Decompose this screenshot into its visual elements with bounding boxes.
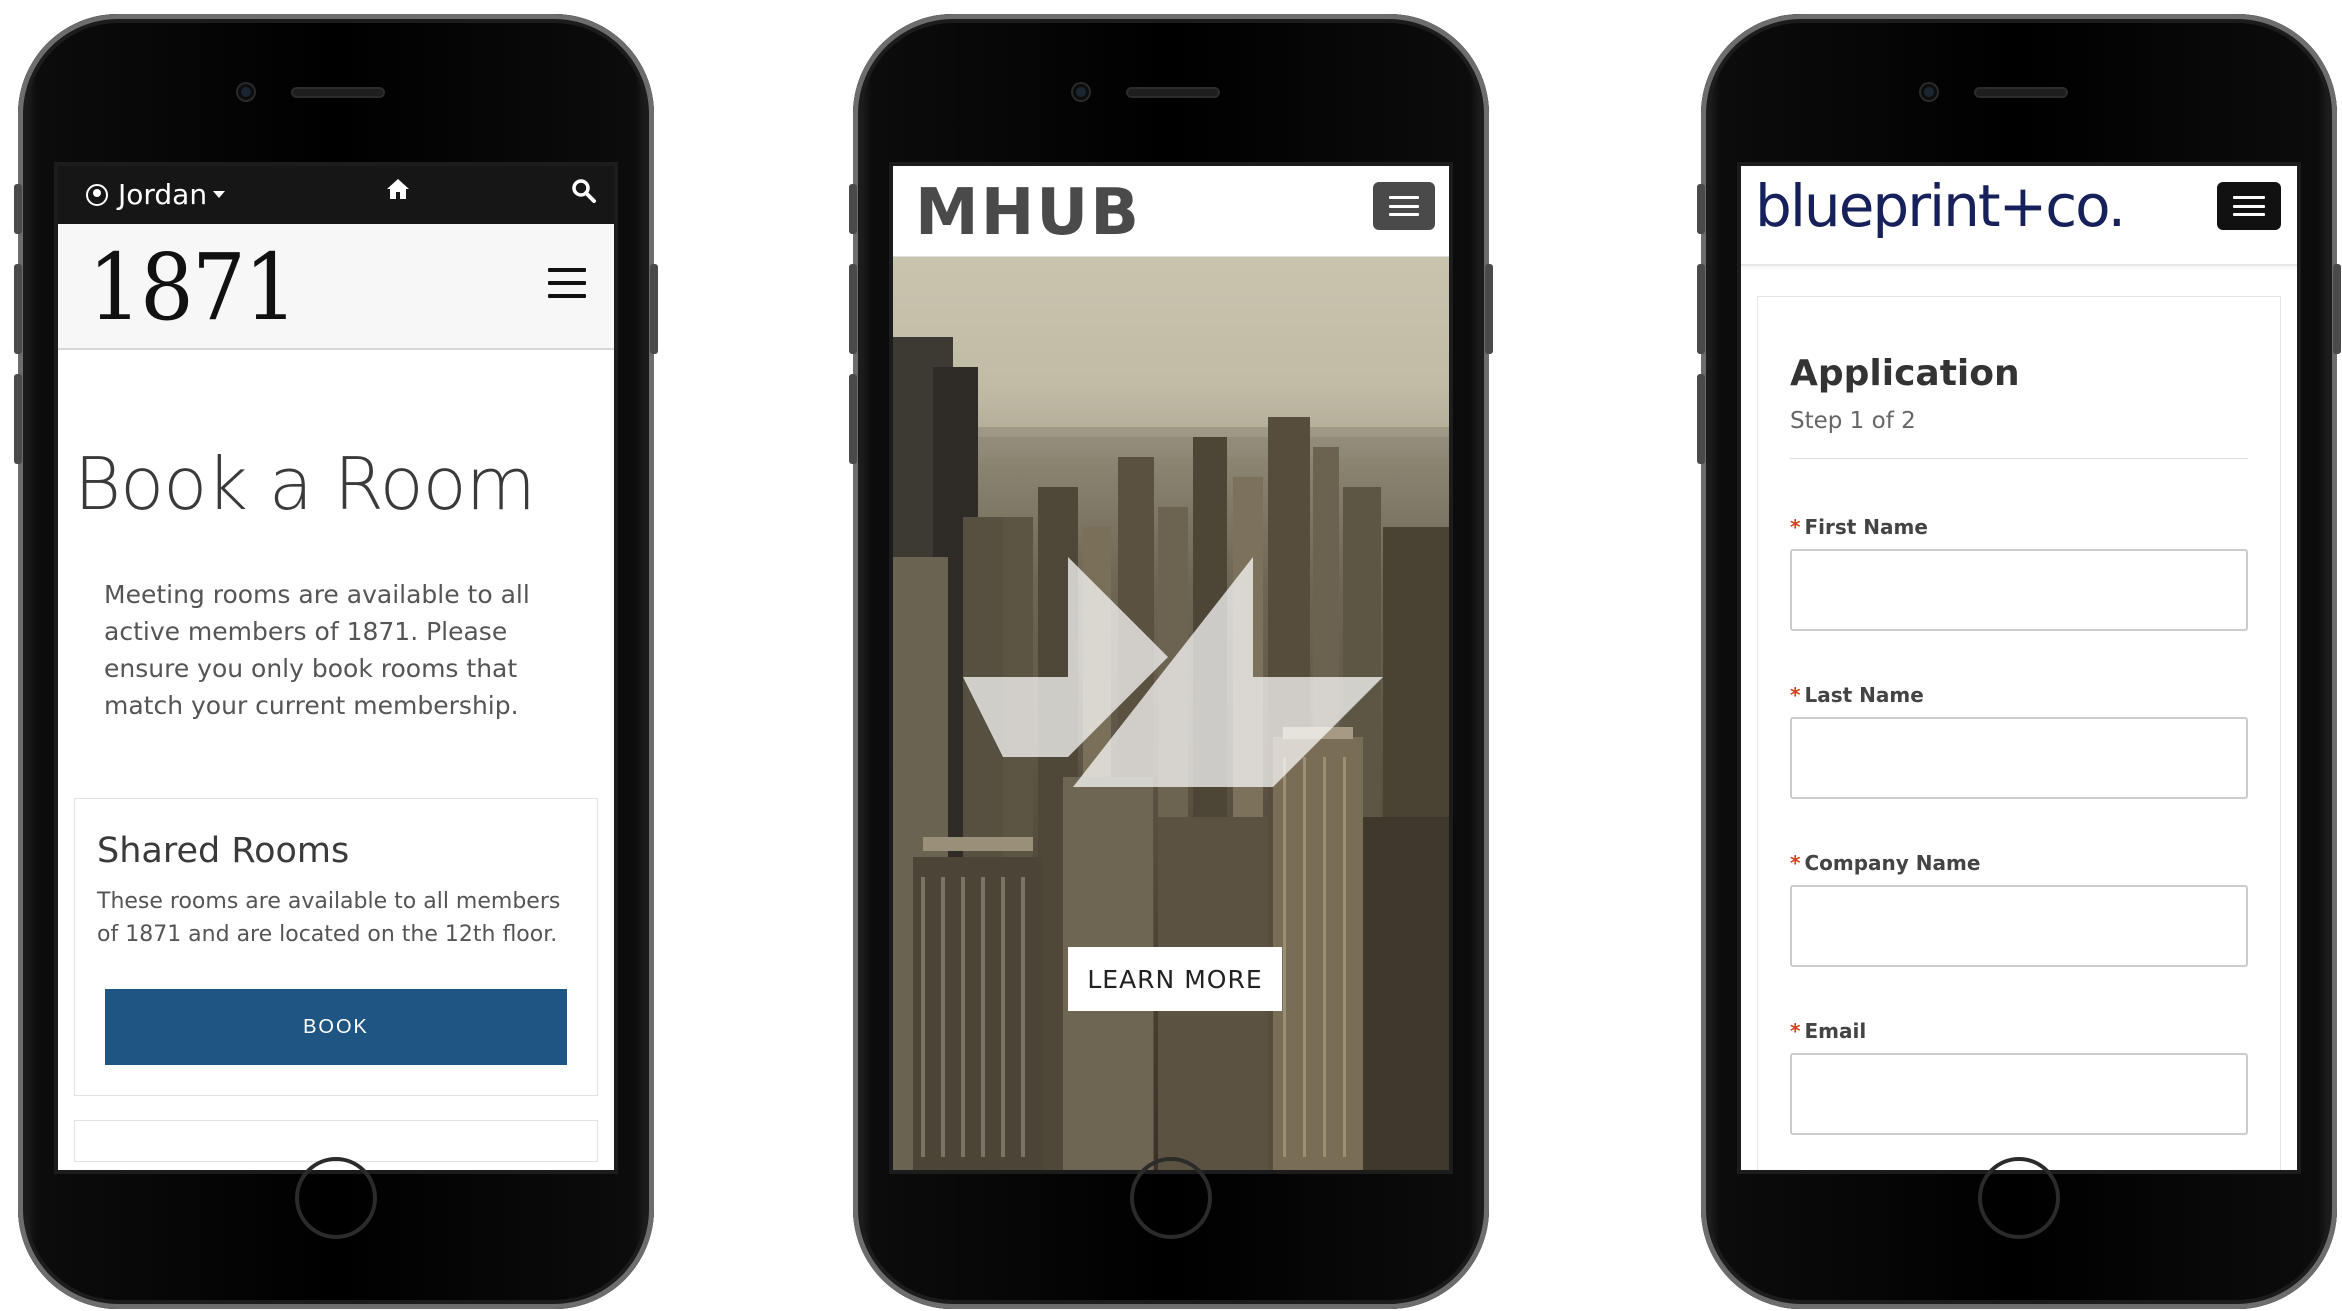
- front-camera: [1073, 84, 1089, 100]
- home-icon[interactable]: [385, 176, 411, 202]
- hamburger-menu-icon: [2233, 196, 2265, 216]
- screen-1871: Jordan 1871 Book a Room Meeting rooms ar…: [54, 162, 618, 1174]
- form-step-indicator: Step 1 of 2: [1790, 408, 1916, 434]
- company-name-label-text: Company Name: [1804, 851, 1981, 875]
- menu-toggle-button[interactable]: [2217, 182, 2281, 230]
- mute-switch: [849, 184, 857, 234]
- first-name-label-text: First Name: [1804, 515, 1928, 539]
- company-name-input[interactable]: [1790, 885, 2248, 967]
- volume-down-button: [1697, 374, 1705, 464]
- hamburger-menu-icon[interactable]: [548, 268, 586, 298]
- mute-switch: [14, 184, 22, 234]
- logo-mhub[interactable]: MHUB: [915, 176, 1141, 250]
- card-description: These rooms are available to all members…: [97, 889, 561, 947]
- user-icon: [86, 183, 108, 206]
- shared-rooms-card: Shared Rooms These rooms are available t…: [74, 798, 598, 1096]
- power-button: [1485, 264, 1493, 354]
- form-title: Application: [1790, 353, 2020, 394]
- first-name-label: * First Name: [1790, 515, 2248, 539]
- site-header: 1871: [58, 224, 614, 350]
- email-field-group: * Email: [1790, 1019, 2248, 1135]
- phone-mhub: MHUB LEARN MORE: [849, 14, 1493, 1309]
- hamburger-menu-icon: [1389, 196, 1419, 216]
- top-bar: Jordan: [58, 166, 614, 224]
- email-label: * Email: [1790, 1019, 2248, 1043]
- user-menu[interactable]: Jordan: [86, 178, 226, 211]
- first-name-input[interactable]: [1790, 549, 2248, 631]
- email-label-text: Email: [1804, 1019, 1867, 1043]
- power-button: [650, 264, 658, 354]
- required-marker: *: [1790, 851, 1801, 875]
- home-button[interactable]: [1978, 1157, 2060, 1239]
- phone-1871: Jordan 1871 Book a Room Meeting rooms ar…: [14, 14, 658, 1309]
- home-button[interactable]: [295, 1157, 377, 1239]
- required-marker: *: [1790, 683, 1801, 707]
- divider: [1790, 458, 2248, 459]
- menu-toggle-button[interactable]: [1373, 182, 1435, 230]
- mute-switch: [1697, 184, 1705, 234]
- required-marker: *: [1790, 515, 1801, 539]
- site-header: blueprint+co.: [1741, 166, 2297, 266]
- book-button[interactable]: BOOK: [105, 989, 567, 1065]
- logo-blueprint[interactable]: blueprint+co.: [1755, 172, 2126, 240]
- volume-up-button: [849, 264, 857, 354]
- volume-up-button: [1697, 264, 1705, 354]
- volume-down-button: [849, 374, 857, 464]
- site-header: MHUB: [893, 166, 1449, 257]
- front-camera: [238, 84, 254, 100]
- earpiece-speaker: [1976, 89, 2066, 96]
- user-name: Jordan: [118, 178, 208, 211]
- page-description: Meeting rooms are available to all activ…: [104, 580, 530, 720]
- volume-up-button: [14, 264, 22, 354]
- home-button[interactable]: [1130, 1157, 1212, 1239]
- caret-down-icon: [213, 191, 226, 198]
- screen-blueprint: blueprint+co. Application Step 1 of 2 * F…: [1737, 162, 2301, 1174]
- search-icon[interactable]: [571, 178, 597, 204]
- screen-mhub: MHUB LEARN MORE: [889, 162, 1453, 1174]
- power-button: [2333, 264, 2341, 354]
- application-form-card: Application Step 1 of 2 * First Name * Las…: [1757, 296, 2281, 1170]
- earpiece-speaker: [293, 89, 383, 96]
- last-name-label-text: Last Name: [1804, 683, 1924, 707]
- logo-1871[interactable]: 1871: [88, 242, 298, 334]
- page-title: Book a Room: [74, 442, 536, 526]
- last-name-field-group: * Last Name: [1790, 683, 2248, 799]
- hero-city-image: LEARN MORE: [893, 257, 1449, 1170]
- email-input[interactable]: [1790, 1053, 2248, 1135]
- company-name-label: * Company Name: [1790, 851, 2248, 875]
- earpiece-speaker: [1128, 89, 1218, 96]
- city-skyline-graphic: [893, 257, 1449, 1170]
- front-camera: [1921, 84, 1937, 100]
- card-title: Shared Rooms: [97, 831, 350, 871]
- first-name-field-group: * First Name: [1790, 515, 2248, 631]
- next-card: [74, 1120, 598, 1162]
- volume-down-button: [14, 374, 22, 464]
- phone-blueprint: blueprint+co. Application Step 1 of 2 * F…: [1697, 14, 2341, 1309]
- company-name-field-group: * Company Name: [1790, 851, 2248, 967]
- main-content: Book a Room Meeting rooms are available …: [58, 442, 614, 1162]
- required-marker: *: [1790, 1019, 1801, 1043]
- learn-more-button[interactable]: LEARN MORE: [1068, 947, 1282, 1011]
- last-name-input[interactable]: [1790, 717, 2248, 799]
- last-name-label: * Last Name: [1790, 683, 2248, 707]
